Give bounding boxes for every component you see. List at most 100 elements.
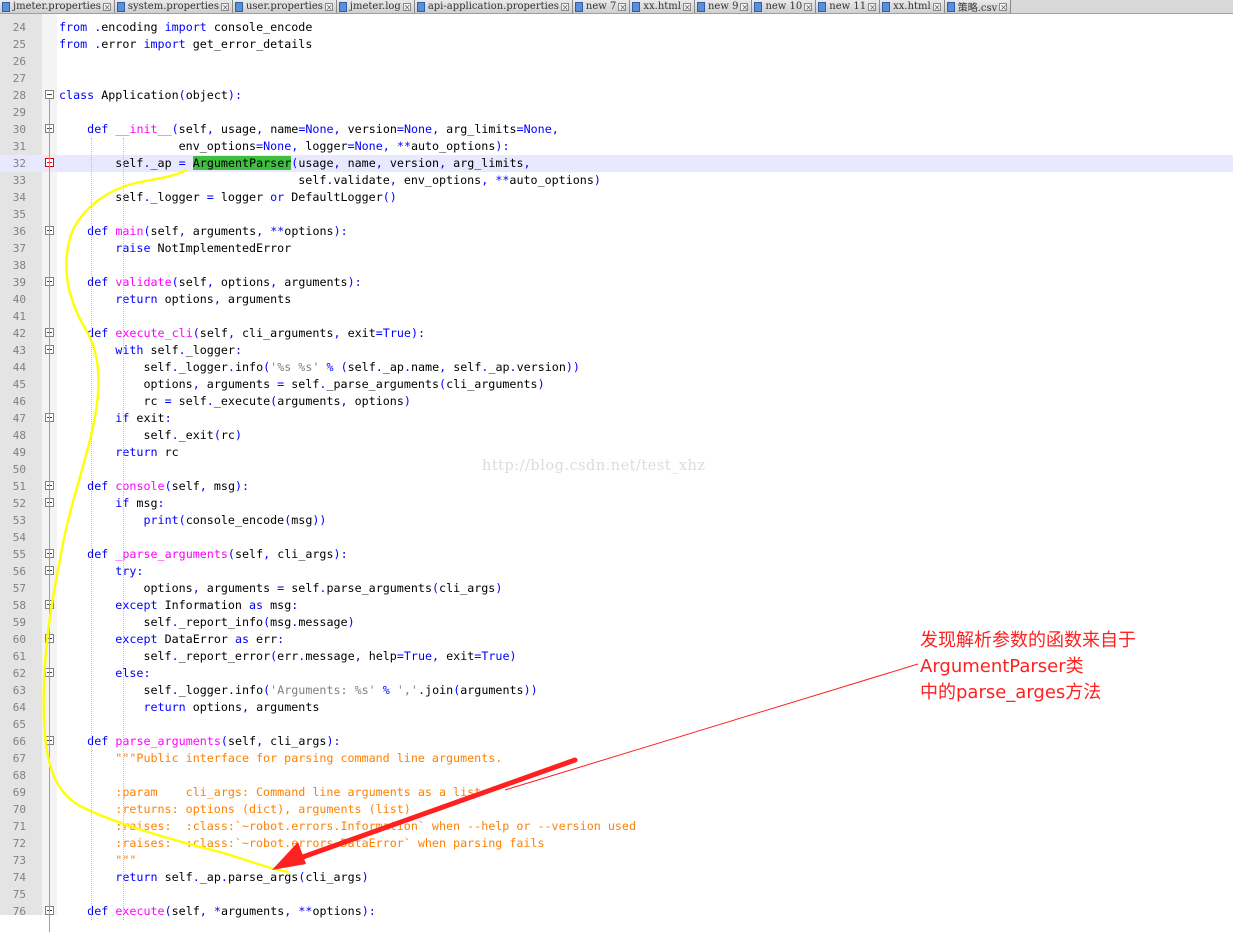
code-line[interactable]: 53 print(console_encode(msg)) — [0, 512, 1233, 529]
code-line[interactable]: 71 :raises: :class:`~robot.errors.Inform… — [0, 818, 1233, 835]
line-number: 73 — [12, 854, 26, 867]
code-text: return options, arguments — [143, 700, 320, 714]
line-number: 47 — [12, 412, 26, 425]
code-line[interactable]: 52 if msg: — [0, 495, 1233, 512]
code-text: with self._logger: — [115, 343, 242, 357]
fold-guide — [49, 99, 50, 932]
code-line[interactable]: 45 options, arguments = self._parse_argu… — [0, 376, 1233, 393]
close-icon[interactable]: × — [102, 2, 111, 11]
code-line[interactable]: 75 — [0, 886, 1233, 903]
code-line[interactable]: 28 class Application(object): — [0, 87, 1233, 104]
close-icon[interactable]: × — [740, 2, 749, 11]
code-line[interactable]: 27 — [0, 70, 1233, 87]
code-line[interactable]: 36 def main(self, arguments, **options): — [0, 223, 1233, 240]
tab-7[interactable]: new 9 × — [694, 0, 753, 13]
code-text: def execute_cli(self, cli_arguments, exi… — [87, 326, 426, 340]
code-line[interactable]: 65 — [0, 716, 1233, 733]
code-line[interactable]: 37 raise NotImplementedError — [0, 240, 1233, 257]
code-text: def console(self, msg): — [87, 479, 250, 493]
line-number: 51 — [12, 480, 26, 493]
fold-toggle-icon[interactable] — [45, 90, 54, 99]
file-icon — [754, 1, 763, 12]
line-number: 68 — [12, 769, 26, 782]
code-line[interactable]: 74 return self._ap.parse_args(cli_args) — [0, 869, 1233, 886]
code-line[interactable]: 70 :returns: options (dict), arguments (… — [0, 801, 1233, 818]
line-number: 61 — [12, 650, 26, 663]
code-text: def validate(self, options, arguments): — [87, 275, 362, 289]
code-line[interactable]: 56 try: — [0, 563, 1233, 580]
tab-3[interactable]: jmeter.log × — [336, 0, 415, 13]
code-line[interactable]: 69 :param cli_args: Command line argumen… — [0, 784, 1233, 801]
code-line[interactable]: 25 from .error import get_error_details — [0, 36, 1233, 53]
code-line[interactable]: 42 def execute_cli(self, cli_arguments, … — [0, 325, 1233, 342]
code-line[interactable]: 29 — [0, 104, 1233, 121]
line-number: 71 — [12, 820, 26, 833]
indent-guide — [91, 138, 92, 920]
code-line[interactable]: 34 self._logger = logger or DefaultLogge… — [0, 189, 1233, 206]
close-icon[interactable]: × — [324, 2, 333, 11]
code-line[interactable]: 43 with self._logger: — [0, 342, 1233, 359]
code-text: return self._ap.parse_args(cli_args) — [115, 870, 369, 884]
tab-8[interactable]: new 10 × — [752, 0, 817, 13]
close-icon[interactable]: × — [999, 2, 1008, 11]
code-text: self.validate, env_options, **auto_optio… — [59, 173, 601, 187]
line-number: 27 — [12, 72, 26, 85]
code-text: if msg: — [115, 496, 165, 510]
code-line[interactable]: 35 — [0, 206, 1233, 223]
code-line[interactable]: 57 options, arguments = self.parse_argum… — [0, 580, 1233, 597]
code-line[interactable]: 73 """ — [0, 852, 1233, 869]
code-line[interactable]: 47 if exit: — [0, 410, 1233, 427]
code-line[interactable]: 54 — [0, 529, 1233, 546]
tab-label: api-application.properties — [427, 1, 559, 12]
tab-1[interactable]: system.properties × — [114, 0, 233, 13]
code-line[interactable]: 51 def console(self, msg): — [0, 478, 1233, 495]
file-icon — [338, 1, 347, 12]
code-line[interactable]: 31 env_options=None, logger=None, **auto… — [0, 138, 1233, 155]
code-line[interactable]: 30 def __init__(self, usage, name=None, … — [0, 121, 1233, 138]
code-line[interactable]: 33 self.validate, env_options, **auto_op… — [0, 172, 1233, 189]
code-line[interactable]: 41 — [0, 308, 1233, 325]
tab-2[interactable]: user.properties × — [232, 0, 337, 13]
close-icon[interactable]: × — [932, 2, 941, 11]
tab-0[interactable]: jmeter.properties × — [0, 0, 115, 13]
code-line[interactable]: 58 except Information as msg: — [0, 597, 1233, 614]
code-line[interactable]: 44 self._logger.info('%s %s' % (self._ap… — [0, 359, 1233, 376]
code-line[interactable]: 66 def parse_arguments(self, cli_args): — [0, 733, 1233, 750]
code-line[interactable]: 39 def validate(self, options, arguments… — [0, 274, 1233, 291]
code-line[interactable]: 40 return options, arguments — [0, 291, 1233, 308]
close-icon[interactable]: × — [220, 2, 229, 11]
code-line[interactable]: 72 :raises: :class:`~robot.errors.DataEr… — [0, 835, 1233, 852]
close-icon[interactable]: × — [804, 2, 813, 11]
close-icon[interactable]: × — [618, 2, 627, 11]
code-line[interactable]: 55 def _parse_arguments(self, cli_args): — [0, 546, 1233, 563]
close-icon[interactable]: × — [402, 2, 411, 11]
code-line[interactable]: 68 — [0, 767, 1233, 784]
tab-9[interactable]: new 11 × — [816, 0, 881, 13]
close-icon[interactable]: × — [868, 2, 877, 11]
code-line[interactable]: 46 rc = self._execute(arguments, options… — [0, 393, 1233, 410]
code-line[interactable]: 24 from .encoding import console_encode — [0, 19, 1233, 36]
tab-11[interactable]: 策略.csv × — [944, 0, 1012, 13]
code-line[interactable]: 67 """Public interface for parsing comma… — [0, 750, 1233, 767]
tab-6[interactable]: xx.html × — [630, 0, 695, 13]
code-line[interactable]: 32 self._ap = ArgumentParser(usage, name… — [0, 155, 1233, 172]
code-text: :returns: options (dict), arguments (lis… — [59, 802, 411, 816]
code-text: """ — [59, 853, 137, 867]
code-line[interactable]: 26 — [0, 53, 1233, 70]
file-icon — [2, 1, 10, 12]
code-line[interactable]: 48 self._exit(rc) — [0, 427, 1233, 444]
close-icon[interactable]: × — [560, 2, 569, 11]
close-icon[interactable]: × — [682, 2, 691, 11]
file-icon — [818, 1, 827, 12]
tab-5[interactable]: new 7 × — [572, 0, 631, 13]
code-text: from .encoding import console_encode — [59, 20, 313, 34]
line-number: 72 — [12, 837, 26, 850]
code-text: self._exit(rc) — [59, 428, 242, 442]
code-line[interactable]: 76 def execute(self, *arguments, **optio… — [0, 903, 1233, 920]
tab-4[interactable]: api-application.properties × — [414, 0, 573, 13]
code-line[interactable]: 38 — [0, 257, 1233, 274]
line-number: 36 — [12, 225, 26, 238]
tab-10[interactable]: xx.html × — [880, 0, 945, 13]
code-text: print(console_encode(msg)) — [143, 513, 327, 527]
tab-label: new 11 — [829, 1, 867, 12]
